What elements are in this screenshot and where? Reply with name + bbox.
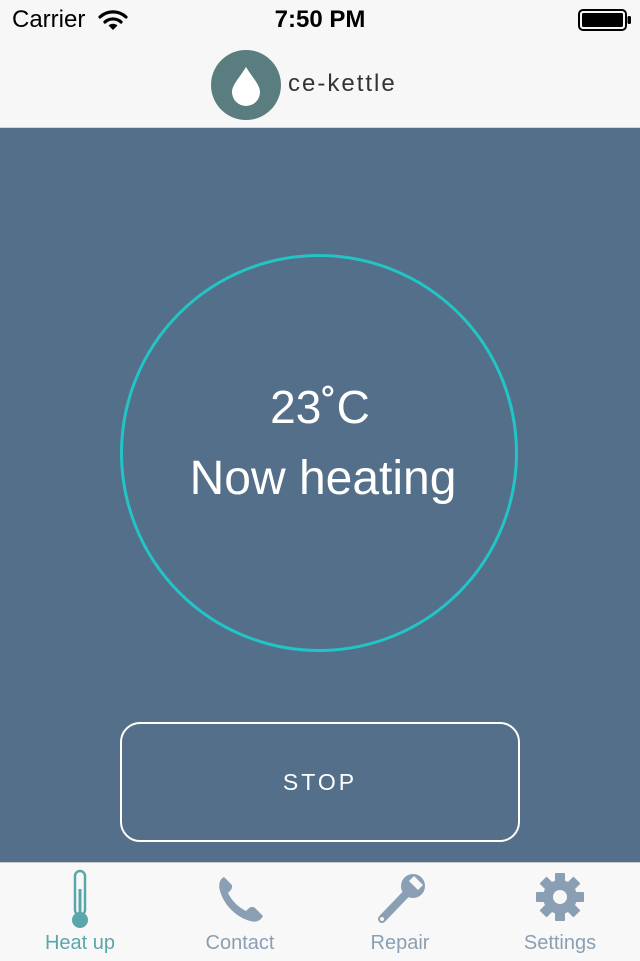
tab-label: Repair [370,932,430,954]
thermometer-icon [50,869,110,929]
tab-heat-up[interactable]: Heat up [0,863,160,961]
water-drop-icon [210,49,282,121]
stop-button[interactable]: STOP [120,722,520,842]
app-header: ce-kettle [0,40,640,128]
tab-label: Settings [523,932,597,954]
status-bar: Carrier 7:50 PM [0,0,640,40]
tab-bar: Heat up Contact Repair Settings [0,862,640,961]
brand-name: ce-kettle [288,70,397,97]
tab-settings[interactable]: Settings [480,863,640,961]
tab-repair[interactable]: Repair [320,863,480,961]
heating-panel: 23˚C Now heating STOP [0,128,640,862]
tab-contact[interactable]: Contact [160,863,320,961]
wrench-icon [370,869,430,929]
battery-icon [578,9,632,31]
phone-icon [210,869,270,929]
temperature-value: 23˚C [270,381,370,433]
heating-status: Now heating [189,452,457,505]
tab-label: Contact [205,932,275,954]
tab-label: Heat up [44,932,116,954]
clock: 7:50 PM [274,6,366,33]
gear-icon [530,869,590,929]
